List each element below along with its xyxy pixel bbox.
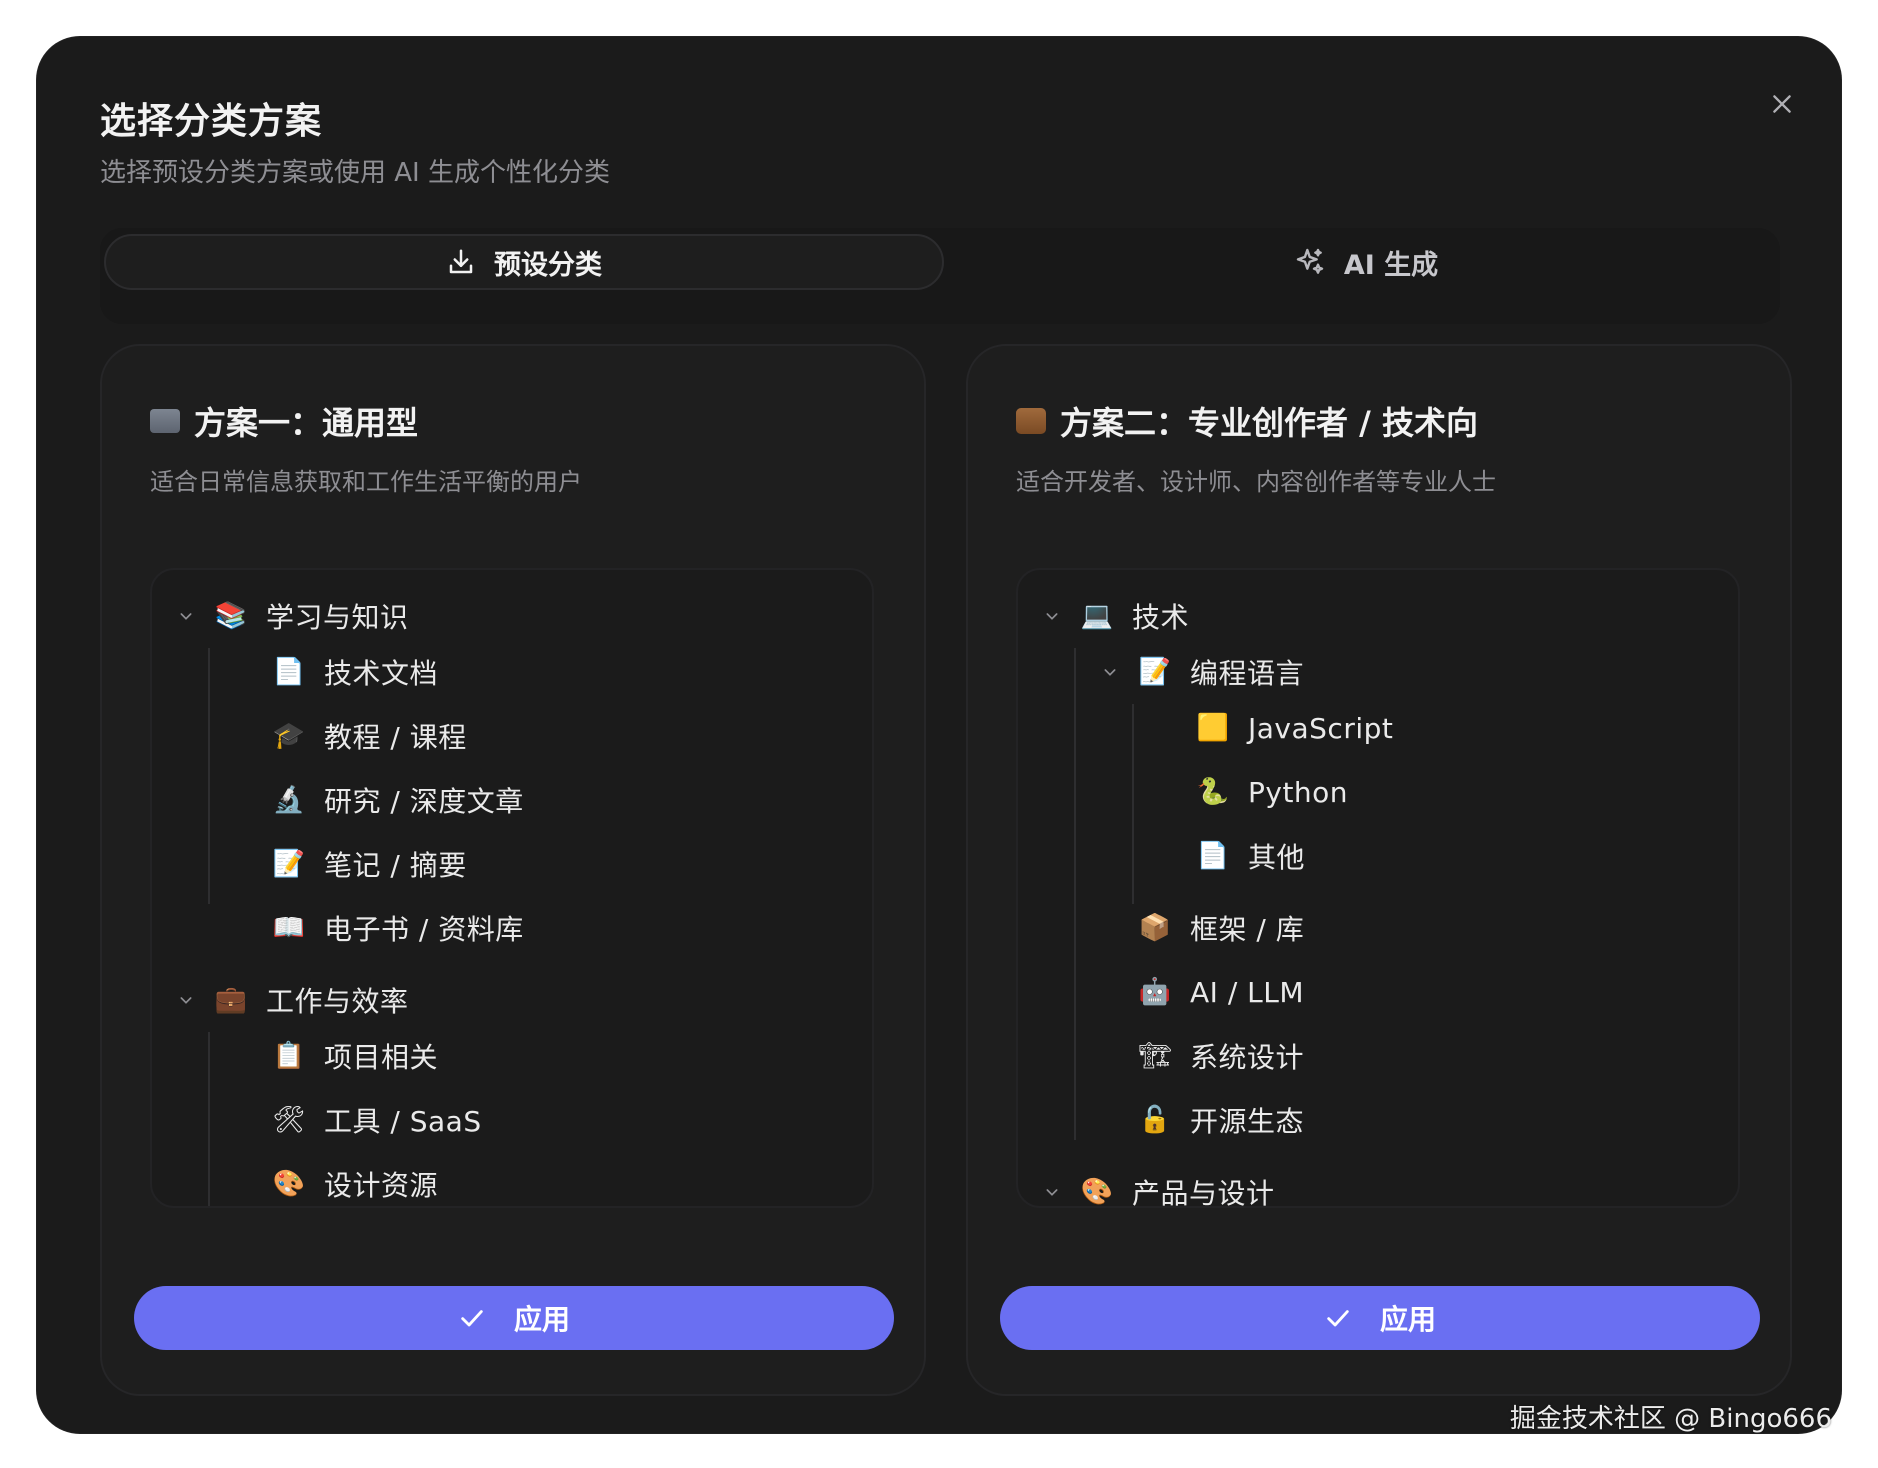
clipboard-icon: 📋 (272, 1041, 306, 1071)
category-tree: 💻 技术 📝 编程语言 🟨 JavaScript 🐍 Python 📄 其他 📦… (1016, 568, 1740, 1208)
apply-button-label: 应用 (1379, 1303, 1436, 1336)
graduation-cap-icon: 🎓 (272, 721, 306, 751)
plan-title-text: 方案二：专业创作者 / 技术向 (1060, 404, 1478, 442)
tree-item[interactable]: 🎓 教程 / 课程 (272, 712, 467, 760)
tree-item[interactable]: 🛠 工具 / SaaS (272, 1096, 482, 1144)
robot-icon: 🤖 (1138, 977, 1172, 1007)
apply-button-label: 应用 (513, 1303, 570, 1336)
classification-dialog: 选择分类方案 选择预设分类方案或使用 AI 生成个性化分类 预设分类 AI 生成 (36, 36, 1842, 1434)
document-icon: 📄 (1196, 841, 1230, 871)
tab-preset[interactable]: 预设分类 (104, 234, 944, 290)
tree-item[interactable]: 🔬 研究 / 深度文章 (272, 776, 524, 824)
watermark: 掘金技术社区 @ Bingo666 (1509, 1404, 1832, 1434)
category-tree: 📚 学习与知识 📄 技术文档 🎓 教程 / 课程 🔬 研究 / 深度文章 📝 笔… (150, 568, 874, 1208)
tree-item[interactable]: 📚 学习与知识 (174, 592, 409, 640)
chevron-down-icon[interactable] (174, 604, 198, 628)
tree-guide-line (208, 1032, 210, 1206)
apply-button[interactable]: 应用 (134, 1286, 894, 1350)
tree-item[interactable]: 🎨 产品与设计 (1040, 1168, 1275, 1207)
tab-preset-label: 预设分类 (494, 249, 602, 281)
tree-item[interactable]: 🤖 AI / LLM (1138, 968, 1304, 1016)
plan-title: 方案一：通用型 (150, 398, 418, 444)
plan-title: 方案二：专业创作者 / 技术向 (1016, 398, 1478, 444)
tree-item[interactable]: 📄 其他 (1196, 832, 1305, 880)
yellow-square-icon: 🟨 (1196, 713, 1230, 743)
download-icon (449, 249, 473, 274)
lock-icon: 🔓 (1138, 1105, 1172, 1135)
tab-ai-label: AI 生成 (1343, 249, 1439, 281)
tree-item[interactable]: 📋 项目相关 (272, 1032, 438, 1080)
palette-icon: 🎨 (1080, 1177, 1114, 1207)
tree-item[interactable]: 📝 笔记 / 摘要 (272, 840, 467, 888)
folder-icon (150, 409, 180, 433)
scheme-tabs: 预设分类 AI 生成 (100, 228, 1780, 324)
tree-item[interactable]: 💼 工作与效率 (174, 976, 409, 1024)
open-book-icon: 📖 (272, 913, 306, 943)
plan-title-text: 方案一：通用型 (194, 404, 419, 442)
tree-item[interactable]: 🏗 系统设计 (1138, 1032, 1304, 1080)
construction-crane-icon: 🏗 (1138, 1041, 1172, 1071)
memo-icon: 📝 (1138, 657, 1172, 687)
snake-icon: 🐍 (1196, 777, 1230, 807)
tab-ai[interactable]: AI 生成 (952, 234, 1780, 290)
tree-guide-line (1132, 704, 1134, 904)
books-icon: 📚 (214, 601, 248, 631)
check-icon (461, 1310, 483, 1327)
check-icon (1327, 1310, 1349, 1327)
chevron-down-icon[interactable] (1098, 660, 1122, 684)
tree-item[interactable]: 🟨 JavaScript (1196, 704, 1393, 752)
tree-item[interactable]: 🐍 Python (1196, 768, 1348, 816)
dialog-subtitle: 选择预设分类方案或使用 AI 生成个性化分类 (100, 158, 610, 188)
chevron-down-icon[interactable] (1040, 604, 1064, 628)
tree-item[interactable]: 🔓 开源生态 (1138, 1096, 1304, 1144)
close-button[interactable] (1758, 80, 1806, 128)
microscope-icon: 🔬 (272, 785, 306, 815)
chevron-down-icon[interactable] (1040, 1180, 1064, 1204)
tree-item[interactable]: 📦 框架 / 库 (1138, 904, 1304, 952)
laptop-icon: 💻 (1080, 601, 1114, 631)
tree-item[interactable]: 📄 技术文档 (272, 648, 438, 696)
tree-guide-line (1074, 648, 1076, 1140)
tree-item[interactable]: 📖 电子书 / 资料库 (272, 904, 524, 952)
sparkles-icon (1296, 248, 1324, 274)
plan-description: 适合日常信息获取和工作生活平衡的用户 (150, 468, 582, 496)
apply-button[interactable]: 应用 (1000, 1286, 1760, 1350)
close-icon (1773, 95, 1791, 113)
package-icon: 📦 (1138, 913, 1172, 943)
dialog-title: 选择分类方案 (100, 101, 323, 142)
tools-icon: 🛠 (272, 1105, 306, 1135)
plan-card-general: 方案一：通用型 适合日常信息获取和工作生活平衡的用户 📚 学习与知识 📄 技术文… (100, 344, 926, 1396)
plan-description: 适合开发者、设计师、内容创作者等专业人士 (1016, 468, 1496, 496)
document-icon: 📄 (272, 657, 306, 687)
briefcase-icon (1016, 408, 1046, 434)
tree-item[interactable]: 🎨 设计资源 (272, 1160, 438, 1206)
palette-icon: 🎨 (272, 1169, 306, 1199)
plan-card-professional: 方案二：专业创作者 / 技术向 适合开发者、设计师、内容创作者等专业人士 💻 技… (966, 344, 1792, 1396)
tree-item[interactable]: 💻 技术 (1040, 592, 1189, 640)
briefcase-icon: 💼 (214, 985, 248, 1015)
tree-item[interactable]: 📝 编程语言 (1098, 648, 1304, 696)
tree-guide-line (208, 648, 210, 904)
memo-icon: 📝 (272, 849, 306, 879)
chevron-down-icon[interactable] (174, 988, 198, 1012)
